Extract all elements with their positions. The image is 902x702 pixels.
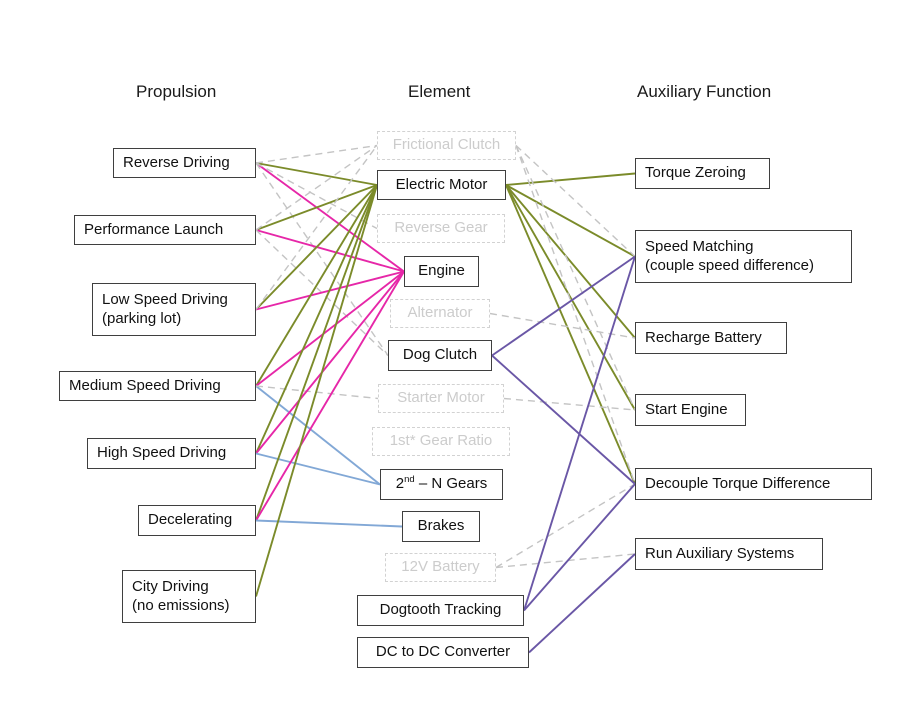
node-label: High Speed Driving — [97, 444, 227, 462]
node-label: Medium Speed Driving — [69, 376, 221, 394]
node-medium-speed-driving[interactable]: Medium Speed Driving — [59, 371, 256, 401]
node-reverse-gear[interactable]: Reverse Gear — [377, 214, 505, 243]
edge-decelerating-to-electric-motor — [255, 184, 378, 521]
edge-starter-motor-to-start-engine — [503, 397, 636, 411]
edge-electric-motor-to-start-engine — [505, 184, 636, 411]
node-label: Speed Matching — [645, 238, 754, 256]
node-low-speed-driving[interactable]: Low Speed Driving (parking lot) — [92, 283, 256, 336]
node-label: DC to DC Converter — [375, 643, 511, 661]
edge-city-driving-to-electric-motor — [255, 184, 378, 597]
node-alternator[interactable]: Alternator — [390, 299, 490, 328]
node-brakes[interactable]: Brakes — [402, 511, 480, 542]
column-title-element: Element — [408, 82, 471, 101]
node-label: Start Engine — [645, 400, 728, 418]
node-high-speed-driving[interactable]: High Speed Driving — [87, 438, 256, 469]
edge-low-speed-driving-to-engine — [255, 270, 405, 311]
node-recharge-battery[interactable]: Recharge Battery — [635, 322, 787, 354]
node-dc-to-dc-converter[interactable]: DC to DC Converter — [357, 637, 529, 668]
node-label: Frictional Clutch — [392, 136, 501, 154]
edge-reverse-driving-to-reverse-gear — [255, 162, 378, 230]
edge-low-speed-driving-to-electric-motor — [255, 184, 378, 311]
edge-reverse-driving-to-electric-motor — [255, 162, 378, 186]
column-title-auxiliary: Auxiliary Function — [637, 82, 772, 101]
node-sublabel: (no emissions) — [132, 596, 230, 614]
node-label: 2nd – N Gears — [395, 474, 488, 493]
edge-electric-motor-to-speed-matching — [505, 184, 636, 258]
node-label: Low Speed Driving — [102, 291, 228, 309]
node-label: Dogtooth Tracking — [379, 601, 502, 619]
node-label: Recharge Battery — [645, 328, 762, 346]
node-label: Torque Zeroing — [645, 164, 746, 182]
node-reverse-driving[interactable]: Reverse Driving — [113, 148, 256, 178]
edge-medium-speed-driving-to-electric-motor — [255, 184, 378, 387]
node-label: Performance Launch — [84, 220, 224, 238]
edge-performance-launch-to-dog-clutch — [255, 229, 389, 357]
edge-electric-motor-to-torque-zeroing — [505, 172, 636, 186]
node-label: Brakes — [417, 517, 465, 535]
node-label: Reverse Gear — [394, 219, 488, 237]
node-decouple-torque[interactable]: Decouple Torque Difference — [635, 468, 872, 500]
node-electric-motor[interactable]: Electric Motor — [377, 170, 506, 200]
node-label: City Driving — [132, 578, 209, 596]
node-decelerating[interactable]: Decelerating — [138, 505, 256, 536]
node-label: Alternator — [407, 304, 473, 322]
node-label: Dog Clutch — [402, 346, 478, 364]
edge-electric-motor-to-recharge-battery — [505, 184, 636, 339]
node-torque-zeroing[interactable]: Torque Zeroing — [635, 158, 770, 189]
edge-dogtooth-tracking-to-speed-matching — [523, 256, 636, 611]
edge-twelve-v-battery-to-decouple-torque — [495, 483, 636, 569]
node-engine[interactable]: Engine — [404, 256, 479, 287]
node-label: Starter Motor — [397, 389, 485, 407]
edge-electric-motor-to-decouple-torque — [505, 184, 636, 485]
diagram-canvas: Propulsion Element Auxiliary Function Re… — [0, 0, 902, 702]
edge-medium-speed-driving-to-second-n-gears — [255, 385, 381, 486]
edge-decelerating-to-brakes — [255, 519, 403, 528]
column-title-propulsion: Propulsion — [136, 82, 217, 101]
node-label: 1st* Gear Ratio — [389, 432, 493, 450]
node-dog-clutch[interactable]: Dog Clutch — [388, 340, 492, 371]
node-sublabel: (couple speed difference) — [645, 256, 814, 274]
edge-dc-to-dc-converter-to-run-auxiliary — [528, 553, 636, 654]
node-start-engine[interactable]: Start Engine — [635, 394, 746, 426]
node-label: Reverse Driving — [123, 153, 230, 171]
node-starter-motor[interactable]: Starter Motor — [378, 384, 504, 413]
node-city-driving[interactable]: City Driving (no emissions) — [122, 570, 256, 623]
edge-low-speed-driving-to-frictional-clutch — [255, 145, 378, 310]
node-performance-launch[interactable]: Performance Launch — [74, 215, 256, 245]
node-sublabel: (parking lot) — [102, 309, 182, 327]
edge-performance-launch-to-electric-motor — [255, 184, 378, 231]
edge-medium-speed-driving-to-engine — [255, 270, 405, 387]
node-run-auxiliary[interactable]: Run Auxiliary Systems — [635, 538, 823, 570]
edge-frictional-clutch-to-speed-matching — [515, 144, 636, 258]
edge-medium-speed-driving-to-starter-motor — [255, 385, 379, 400]
node-label: Electric Motor — [395, 175, 488, 193]
edge-frictional-clutch-to-decouple-torque — [515, 145, 636, 485]
edge-high-speed-driving-to-electric-motor — [255, 184, 378, 454]
node-label: Decelerating — [148, 511, 233, 529]
edge-dogtooth-tracking-to-decouple-torque — [523, 483, 636, 612]
node-label: Engine — [418, 262, 465, 280]
edge-dog-clutch-to-speed-matching — [491, 255, 636, 357]
edge-reverse-driving-to-frictional-clutch — [255, 144, 378, 164]
edge-alternator-to-recharge-battery — [489, 312, 636, 339]
node-frictional-clutch[interactable]: Frictional Clutch — [377, 131, 516, 160]
node-label: 12V Battery — [401, 558, 480, 576]
edge-frictional-clutch-to-start-engine — [515, 145, 636, 411]
node-label: Decouple Torque Difference — [645, 474, 831, 492]
node-first-gear-ratio[interactable]: 1st* Gear Ratio — [372, 427, 510, 456]
node-second-n-gears[interactable]: 2nd – N Gears — [380, 469, 503, 500]
edge-twelve-v-battery-to-run-auxiliary — [495, 553, 636, 569]
node-twelve-v-battery[interactable]: 12V Battery — [385, 553, 496, 582]
edge-dog-clutch-to-decouple-torque — [491, 354, 636, 485]
node-dogtooth-tracking[interactable]: Dogtooth Tracking — [357, 595, 524, 626]
edge-performance-launch-to-frictional-clutch — [255, 144, 378, 231]
edge-high-speed-driving-to-second-n-gears — [255, 452, 381, 486]
node-speed-matching[interactable]: Speed Matching (couple speed difference) — [635, 230, 852, 283]
edge-reverse-driving-to-dog-clutch — [255, 162, 389, 356]
node-label: Run Auxiliary Systems — [645, 544, 795, 562]
